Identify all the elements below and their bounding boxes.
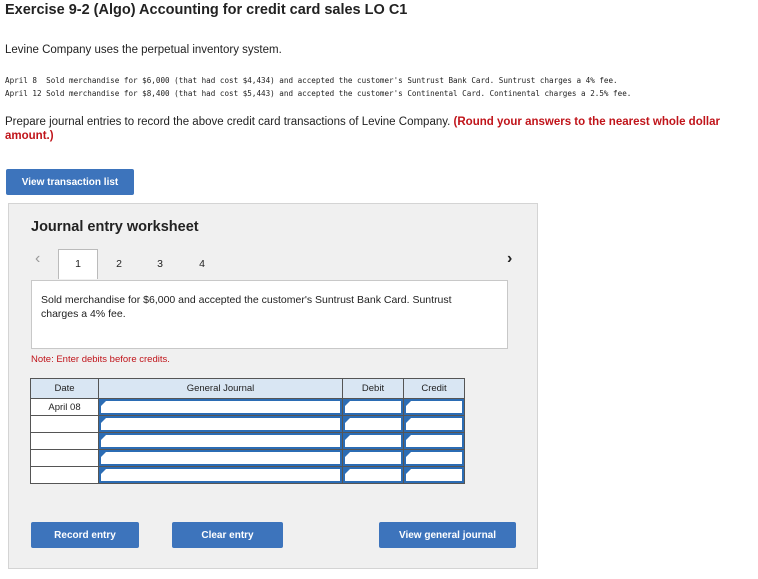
date-cell [30,449,99,467]
tab-4[interactable]: 4 [194,249,210,270]
debit-input[interactable] [343,399,403,415]
prev-arrow-icon[interactable]: ‹ [35,250,40,268]
column-header-debit: Debit [342,378,404,399]
journal-table: Date General Journal Debit Credit April … [30,378,465,484]
credit-cell[interactable] [403,432,465,450]
account-input[interactable] [99,399,342,415]
tab-2[interactable]: 2 [111,249,127,270]
credit-cell[interactable] [403,449,465,467]
table-row: April 08 [30,398,465,416]
tab-3[interactable]: 3 [152,249,168,270]
debit-input[interactable] [343,467,403,483]
account-input[interactable] [99,433,342,449]
debit-cell[interactable] [342,466,404,484]
worksheet-title: Journal entry worksheet [31,219,199,235]
credit-input[interactable] [404,416,464,432]
clear-entry-button[interactable]: Clear entry [172,522,283,548]
debit-cell[interactable] [342,432,404,450]
credit-cell[interactable] [403,466,465,484]
next-arrow-icon[interactable]: › [507,250,512,268]
page-title: Exercise 9-2 (Algo) Accounting for credi… [5,2,408,18]
column-header-general-journal: General Journal [98,378,343,399]
account-cell[interactable] [98,466,343,484]
credit-input[interactable] [404,467,464,483]
column-header-credit: Credit [403,378,465,399]
debit-credit-note: Note: Enter debits before credits. [31,354,170,365]
account-input[interactable] [99,450,342,466]
table-row [30,466,465,484]
table-row [30,449,465,467]
date-cell [30,432,99,450]
column-header-date: Date [30,378,99,399]
record-entry-button[interactable]: Record entry [31,522,139,548]
credit-input[interactable] [404,450,464,466]
account-cell[interactable] [98,432,343,450]
tab-1[interactable]: 1 [58,249,98,279]
account-cell[interactable] [98,415,343,433]
instructions-text: Prepare journal entries to record the ab… [5,116,454,128]
debit-cell[interactable] [342,415,404,433]
credit-input[interactable] [404,433,464,449]
account-input[interactable] [99,467,342,483]
transaction-description-box: Sold merchandise for $6,000 and accepted… [31,280,508,349]
credit-cell[interactable] [403,415,465,433]
account-input[interactable] [99,416,342,432]
table-row [30,432,465,450]
debit-cell[interactable] [342,449,404,467]
transaction-line-2: April 12 Sold merchandise for $8,400 (th… [5,89,632,98]
date-cell [30,466,99,484]
intro-text: Levine Company uses the perpetual invent… [5,44,282,56]
account-cell[interactable] [98,398,343,416]
view-general-journal-button[interactable]: View general journal [379,522,516,548]
debit-input[interactable] [343,433,403,449]
journal-entry-worksheet: Journal entry worksheet ‹ › 1 2 3 4 Sold… [8,203,538,569]
debit-cell[interactable] [342,398,404,416]
debit-input[interactable] [343,450,403,466]
view-transaction-list-button[interactable]: View transaction list [6,169,134,195]
credit-cell[interactable] [403,398,465,416]
transaction-description: Sold merchandise for $6,000 and accepted… [41,294,452,320]
transaction-line-1: April 8 Sold merchandise for $6,000 (tha… [5,76,618,85]
account-cell[interactable] [98,449,343,467]
date-cell [30,415,99,433]
instructions: Prepare journal entries to record the ab… [5,115,750,143]
date-cell: April 08 [30,398,99,416]
table-row [30,415,465,433]
debit-input[interactable] [343,416,403,432]
credit-input[interactable] [404,399,464,415]
